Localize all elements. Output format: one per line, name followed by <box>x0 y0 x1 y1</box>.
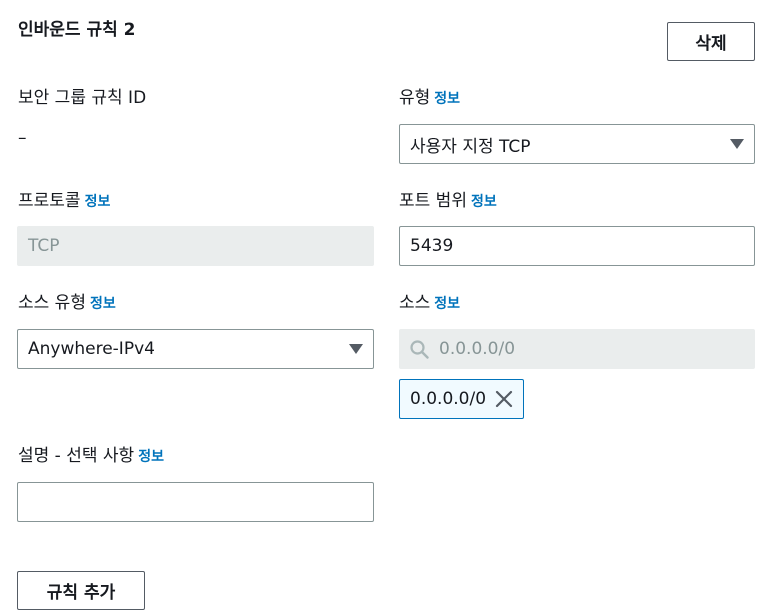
source-label-text: 소스 <box>399 293 431 313</box>
description-label-text: 설명 - 선택 사항 <box>18 446 135 466</box>
security-group-rule-id-value: – <box>18 128 27 148</box>
description-label: 설명 - 선택 사항 정보 <box>18 444 164 469</box>
rule-title: 인바운드 규칙 2 <box>18 20 136 40</box>
protocol-input: TCP <box>17 226 374 266</box>
protocol-label: 프로토콜 정보 <box>18 189 110 214</box>
port-range-info-link[interactable]: 정보 <box>471 194 497 210</box>
source-type-select[interactable]: Anywhere-IPv4 <box>17 329 374 369</box>
type-select-value: 사용자 지정 TCP <box>410 136 531 157</box>
source-token-label: 0.0.0.0/0 <box>410 389 487 409</box>
source-search-placeholder: 0.0.0.0/0 <box>439 339 516 359</box>
type-select[interactable]: 사용자 지정 TCP <box>399 124 755 164</box>
source-search-input[interactable]: 0.0.0.0/0 <box>399 329 755 369</box>
source-type-info-link[interactable]: 정보 <box>90 296 116 312</box>
protocol-info-link[interactable]: 정보 <box>85 194 111 210</box>
protocol-input-value: TCP <box>28 236 60 256</box>
port-range-input-value: 5439 <box>410 236 454 256</box>
port-range-input[interactable]: 5439 <box>399 226 755 266</box>
security-group-rule-id-label-text: 보안 그룹 규칙 ID <box>18 88 147 108</box>
type-info-link[interactable]: 정보 <box>434 91 460 107</box>
source-label: 소스 정보 <box>399 291 460 316</box>
delete-button[interactable]: 삭제 <box>667 22 755 61</box>
protocol-label-text: 프로토콜 <box>18 191 81 211</box>
type-label-text: 유형 <box>399 88 431 108</box>
security-group-rule-id-label: 보안 그룹 규칙 ID <box>18 86 146 110</box>
type-label: 유형 정보 <box>399 86 460 111</box>
search-icon <box>410 339 429 359</box>
description-info-link[interactable]: 정보 <box>138 449 164 465</box>
description-input[interactable] <box>17 482 374 522</box>
source-type-label: 소스 유형 정보 <box>18 291 116 316</box>
add-rule-button[interactable]: 규칙 추가 <box>17 571 145 610</box>
source-info-link[interactable]: 정보 <box>434 296 460 312</box>
port-range-label: 포트 범위 정보 <box>399 189 497 214</box>
chevron-down-icon <box>349 344 363 354</box>
source-type-select-value: Anywhere-IPv4 <box>28 339 155 359</box>
source-token: 0.0.0.0/0 <box>399 379 524 419</box>
port-range-label-text: 포트 범위 <box>399 191 467 211</box>
close-icon[interactable] <box>495 390 513 408</box>
source-type-label-text: 소스 유형 <box>18 293 86 313</box>
chevron-down-icon <box>730 139 744 149</box>
